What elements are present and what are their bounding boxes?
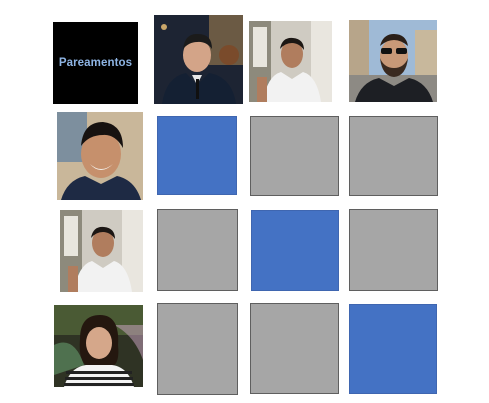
grid-cell-3-1[interactable] bbox=[157, 303, 238, 395]
photo-top-3 bbox=[349, 20, 437, 102]
grid-cell-1-1[interactable] bbox=[157, 116, 237, 195]
smiling-man-closeup-icon bbox=[57, 112, 143, 200]
man-in-suit-portrait-icon bbox=[154, 15, 243, 104]
young-man-white-shirt-selfie-icon bbox=[60, 210, 143, 292]
young-man-white-shirt-selfie-icon bbox=[249, 21, 332, 102]
photo-left-2 bbox=[60, 210, 143, 292]
photo-top-1 bbox=[154, 15, 243, 104]
title-tile: Pareamentos bbox=[53, 22, 138, 104]
grid-cell-3-2[interactable] bbox=[250, 303, 339, 394]
woman-striped-shirt-icon bbox=[54, 305, 143, 387]
grid-cell-3-3[interactable] bbox=[349, 304, 437, 394]
grid-cell-2-2[interactable] bbox=[251, 210, 339, 291]
grid-cell-1-3[interactable] bbox=[349, 116, 438, 196]
photo-left-3 bbox=[54, 305, 143, 387]
grid-cell-1-2[interactable] bbox=[250, 116, 339, 196]
photo-top-2 bbox=[249, 21, 332, 102]
grid-cell-2-3[interactable] bbox=[349, 209, 438, 291]
photo-left-1 bbox=[57, 112, 143, 200]
man-with-sunglasses-beard-icon bbox=[349, 20, 437, 102]
title-label: Pareamentos bbox=[58, 57, 133, 69]
grid-cell-2-1[interactable] bbox=[157, 209, 238, 291]
